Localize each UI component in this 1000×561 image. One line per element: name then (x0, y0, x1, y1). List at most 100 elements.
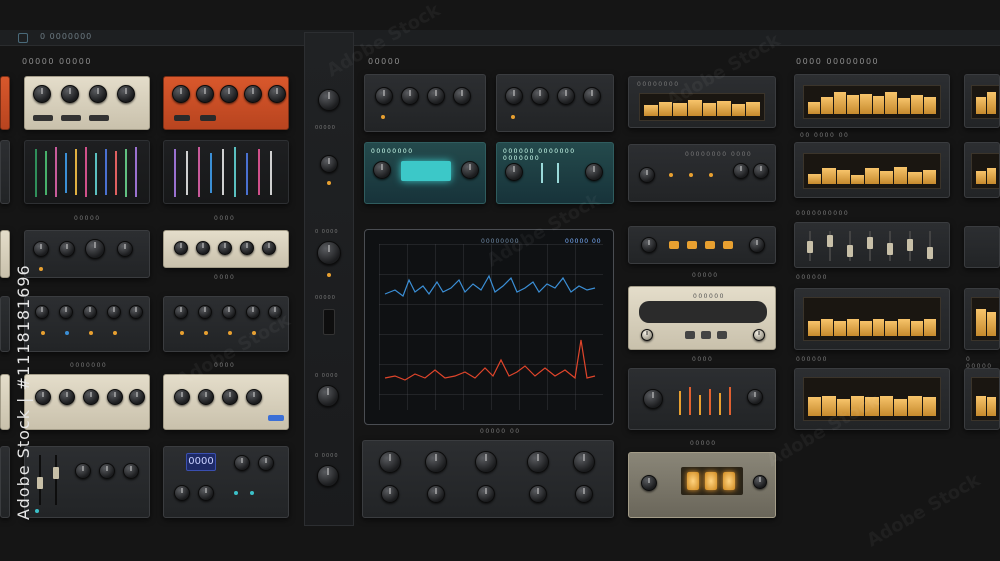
knob[interactable] (375, 87, 393, 105)
knob[interactable] (583, 87, 601, 105)
knob[interactable] (123, 463, 139, 479)
knob[interactable] (59, 241, 75, 257)
knob[interactable] (129, 305, 143, 319)
fader[interactable] (927, 247, 933, 259)
eq-band[interactable] (45, 151, 47, 195)
knob[interactable] (477, 485, 495, 503)
knob[interactable] (107, 389, 123, 405)
knob[interactable] (83, 389, 99, 405)
knob[interactable] (33, 241, 49, 257)
knob[interactable] (643, 389, 663, 409)
knob[interactable] (427, 87, 445, 105)
knob[interactable] (117, 241, 133, 257)
eq-band[interactable] (65, 153, 67, 193)
knob[interactable] (244, 85, 262, 103)
knob[interactable] (35, 305, 49, 319)
eq-band[interactable] (246, 153, 248, 195)
knob[interactable] (733, 163, 749, 179)
knob[interactable] (531, 87, 549, 105)
knob[interactable] (753, 475, 767, 489)
knob[interactable] (89, 85, 107, 103)
eq-band[interactable] (135, 147, 137, 197)
knob[interactable] (557, 87, 575, 105)
fader[interactable] (887, 243, 893, 255)
fader[interactable] (867, 237, 873, 249)
knob[interactable] (174, 241, 188, 255)
knob[interactable] (753, 329, 765, 341)
knob[interactable] (258, 455, 274, 471)
knob[interactable] (246, 305, 260, 319)
knob[interactable] (317, 241, 341, 265)
knob[interactable] (641, 237, 657, 253)
knob[interactable] (220, 85, 238, 103)
eq-band[interactable] (55, 147, 57, 197)
knob[interactable] (641, 329, 653, 341)
knob[interactable] (575, 485, 593, 503)
knob[interactable] (529, 485, 547, 503)
knob[interactable] (573, 451, 595, 473)
knob[interactable] (379, 451, 401, 473)
button[interactable] (701, 331, 711, 339)
fader-switch[interactable] (323, 309, 335, 335)
button[interactable] (685, 331, 695, 339)
eq-band[interactable] (210, 153, 212, 193)
knob[interactable] (262, 241, 276, 255)
knob[interactable] (174, 485, 190, 501)
button[interactable] (723, 241, 733, 249)
knob[interactable] (59, 305, 73, 319)
eq-band[interactable] (125, 149, 127, 197)
switch[interactable] (61, 115, 81, 121)
knob[interactable] (401, 87, 419, 105)
knob[interactable] (196, 241, 210, 255)
knob[interactable] (475, 451, 497, 473)
knob[interactable] (174, 389, 190, 405)
knob[interactable] (425, 451, 447, 473)
knob[interactable] (268, 85, 286, 103)
knob[interactable] (83, 305, 97, 319)
knob[interactable] (198, 389, 214, 405)
knob[interactable] (222, 305, 236, 319)
eq-band[interactable] (174, 149, 176, 197)
knob[interactable] (317, 385, 339, 407)
knob[interactable] (198, 305, 212, 319)
knob[interactable] (427, 485, 445, 503)
knob[interactable] (198, 485, 214, 501)
knob[interactable] (218, 241, 232, 255)
knob[interactable] (117, 85, 135, 103)
button[interactable] (687, 241, 697, 249)
knob[interactable] (747, 389, 763, 405)
knob[interactable] (59, 389, 75, 405)
knob[interactable] (505, 163, 523, 181)
switch[interactable] (200, 115, 216, 121)
knob[interactable] (35, 389, 51, 405)
eq-band[interactable] (105, 149, 107, 195)
eq-band[interactable] (186, 151, 188, 195)
fader[interactable] (37, 477, 43, 489)
knob[interactable] (222, 389, 238, 405)
eq-band[interactable] (270, 151, 272, 195)
switch[interactable] (174, 115, 190, 121)
knob[interactable] (33, 85, 51, 103)
knob[interactable] (174, 305, 188, 319)
eq-band[interactable] (75, 149, 77, 195)
fader[interactable] (53, 467, 59, 479)
panel-icon[interactable] (18, 33, 28, 43)
knob[interactable] (317, 465, 339, 487)
knob[interactable] (129, 389, 145, 405)
knob[interactable] (75, 463, 91, 479)
knob[interactable] (320, 155, 338, 173)
eq-band[interactable] (222, 149, 224, 195)
knob[interactable] (527, 451, 549, 473)
knob[interactable] (453, 87, 471, 105)
knob[interactable] (172, 85, 190, 103)
eq-band[interactable] (234, 147, 236, 197)
fader[interactable] (847, 245, 853, 257)
eq-band[interactable] (198, 147, 200, 197)
knob[interactable] (641, 475, 657, 491)
eq-band[interactable] (258, 149, 260, 195)
fader[interactable] (907, 239, 913, 251)
knob[interactable] (505, 87, 523, 105)
knob[interactable] (381, 485, 399, 503)
knob[interactable] (639, 167, 655, 183)
knob[interactable] (585, 163, 603, 181)
